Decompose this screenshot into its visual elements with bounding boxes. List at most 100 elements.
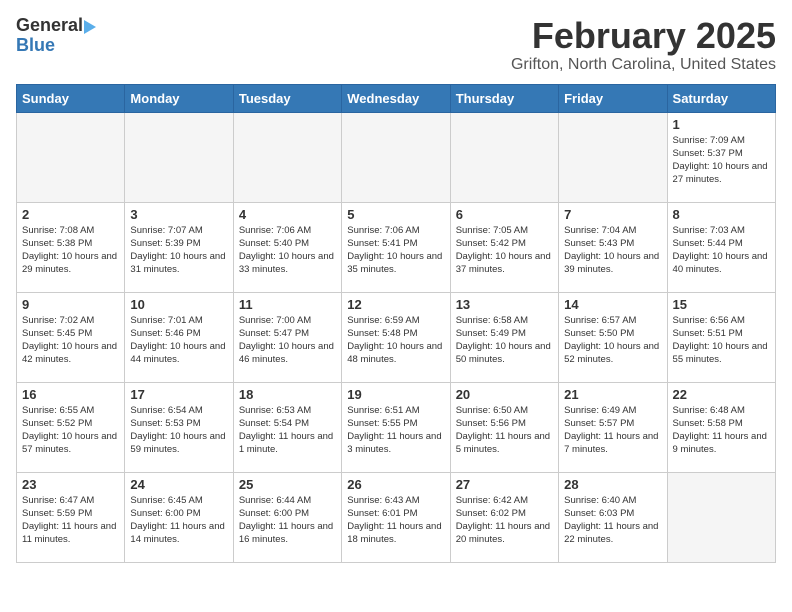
calendar-day-cell: 20 Sunrise: 6:50 AM Sunset: 5:56 PM Dayli… (450, 382, 558, 472)
day-info: Sunrise: 6:55 AM Sunset: 5:52 PM Dayligh… (22, 404, 119, 457)
day-number: 18 (239, 387, 336, 402)
calendar-day-cell: 22 Sunrise: 6:48 AM Sunset: 5:58 PM Dayli… (667, 382, 775, 472)
calendar-header-row: Sunday Monday Tuesday Wednesday Thursday… (17, 84, 776, 112)
day-number: 25 (239, 477, 336, 492)
calendar-day-cell (125, 112, 233, 202)
day-number: 5 (347, 207, 444, 222)
day-info: Sunrise: 7:02 AM Sunset: 5:45 PM Dayligh… (22, 314, 119, 367)
day-info: Sunrise: 6:53 AM Sunset: 5:54 PM Dayligh… (239, 404, 336, 457)
page-header: General Blue February 2025 Grifton, Nort… (16, 16, 776, 74)
logo-arrow-icon (84, 20, 96, 34)
calendar-day-cell: 4 Sunrise: 7:06 AM Sunset: 5:40 PM Daylig… (233, 202, 341, 292)
day-info: Sunrise: 6:42 AM Sunset: 6:02 PM Dayligh… (456, 494, 553, 547)
day-info: Sunrise: 6:56 AM Sunset: 5:51 PM Dayligh… (673, 314, 770, 367)
calendar-day-cell: 12Sunrise: 6:59 AM Sunset: 5:48 PM Dayli… (342, 292, 450, 382)
col-sunday: Sunday (17, 84, 125, 112)
day-number: 3 (130, 207, 227, 222)
day-info: Sunrise: 7:06 AM Sunset: 5:41 PM Dayligh… (347, 224, 444, 277)
day-info: Sunrise: 6:44 AM Sunset: 6:00 PM Dayligh… (239, 494, 336, 547)
calendar-day-cell: 27 Sunrise: 6:42 AM Sunset: 6:02 PM Dayli… (450, 472, 558, 562)
day-number: 20 (456, 387, 553, 402)
calendar-day-cell: 1Sunrise: 7:09 AM Sunset: 5:37 PM Daylig… (667, 112, 775, 202)
day-number: 10 (130, 297, 227, 312)
calendar-day-cell: 11 Sunrise: 7:00 AM Sunset: 5:47 PM Dayli… (233, 292, 341, 382)
day-number: 21 (564, 387, 661, 402)
logo-general-text: General (16, 15, 83, 35)
day-number: 22 (673, 387, 770, 402)
day-info: Sunrise: 7:05 AM Sunset: 5:42 PM Dayligh… (456, 224, 553, 277)
calendar-day-cell: 24Sunrise: 6:45 AM Sunset: 6:00 PM Dayli… (125, 472, 233, 562)
calendar-week-row: 1Sunrise: 7:09 AM Sunset: 5:37 PM Daylig… (17, 112, 776, 202)
calendar-day-cell: 7 Sunrise: 7:04 AM Sunset: 5:43 PM Daylig… (559, 202, 667, 292)
calendar-week-row: 23Sunrise: 6:47 AM Sunset: 5:59 PM Dayli… (17, 472, 776, 562)
day-number: 27 (456, 477, 553, 492)
day-number: 7 (564, 207, 661, 222)
calendar-day-cell (559, 112, 667, 202)
day-info: Sunrise: 7:04 AM Sunset: 5:43 PM Dayligh… (564, 224, 661, 277)
day-number: 19 (347, 387, 444, 402)
day-number: 16 (22, 387, 119, 402)
calendar-day-cell: 5 Sunrise: 7:06 AM Sunset: 5:41 PM Daylig… (342, 202, 450, 292)
day-info: Sunrise: 6:58 AM Sunset: 5:49 PM Dayligh… (456, 314, 553, 367)
calendar-day-cell: 10 Sunrise: 7:01 AM Sunset: 5:46 PM Dayli… (125, 292, 233, 382)
calendar-day-cell: 23Sunrise: 6:47 AM Sunset: 5:59 PM Dayli… (17, 472, 125, 562)
calendar-day-cell (450, 112, 558, 202)
calendar-day-cell: 13 Sunrise: 6:58 AM Sunset: 5:49 PM Dayli… (450, 292, 558, 382)
day-number: 4 (239, 207, 336, 222)
page-subtitle: Grifton, North Carolina, United States (511, 56, 776, 74)
calendar-day-cell: 6 Sunrise: 7:05 AM Sunset: 5:42 PM Daylig… (450, 202, 558, 292)
day-info: Sunrise: 7:08 AM Sunset: 5:38 PM Dayligh… (22, 224, 119, 277)
page-title: February 2025 (511, 16, 776, 56)
calendar-day-cell: 3 Sunrise: 7:07 AM Sunset: 5:39 PM Daylig… (125, 202, 233, 292)
calendar-week-row: 16 Sunrise: 6:55 AM Sunset: 5:52 PM Dayli… (17, 382, 776, 472)
col-saturday: Saturday (667, 84, 775, 112)
calendar-day-cell (342, 112, 450, 202)
logo-blue-text: Blue (16, 35, 55, 55)
day-number: 26 (347, 477, 444, 492)
calendar-day-cell: 16 Sunrise: 6:55 AM Sunset: 5:52 PM Dayli… (17, 382, 125, 472)
calendar-day-cell: 17 Sunrise: 6:54 AM Sunset: 5:53 PM Dayli… (125, 382, 233, 472)
col-friday: Friday (559, 84, 667, 112)
day-number: 14 (564, 297, 661, 312)
calendar-day-cell: 2 Sunrise: 7:08 AM Sunset: 5:38 PM Daylig… (17, 202, 125, 292)
day-number: 9 (22, 297, 119, 312)
col-tuesday: Tuesday (233, 84, 341, 112)
day-number: 2 (22, 207, 119, 222)
calendar-table: Sunday Monday Tuesday Wednesday Thursday… (16, 84, 776, 563)
day-number: 8 (673, 207, 770, 222)
calendar-day-cell: 14 Sunrise: 6:57 AM Sunset: 5:50 PM Dayli… (559, 292, 667, 382)
title-block: February 2025 Grifton, North Carolina, U… (511, 16, 776, 74)
day-number: 1 (673, 117, 770, 132)
day-info: Sunrise: 6:49 AM Sunset: 5:57 PM Dayligh… (564, 404, 661, 457)
calendar-day-cell: 21 Sunrise: 6:49 AM Sunset: 5:57 PM Dayli… (559, 382, 667, 472)
day-info: Sunrise: 7:00 AM Sunset: 5:47 PM Dayligh… (239, 314, 336, 367)
calendar-day-cell: 15 Sunrise: 6:56 AM Sunset: 5:51 PM Dayli… (667, 292, 775, 382)
day-number: 13 (456, 297, 553, 312)
day-info: Sunrise: 7:03 AM Sunset: 5:44 PM Dayligh… (673, 224, 770, 277)
day-info: Sunrise: 7:07 AM Sunset: 5:39 PM Dayligh… (130, 224, 227, 277)
day-info: Sunrise: 7:06 AM Sunset: 5:40 PM Dayligh… (239, 224, 336, 277)
day-info: Sunrise: 6:45 AM Sunset: 6:00 PM Dayligh… (130, 494, 227, 547)
day-info: Sunrise: 6:48 AM Sunset: 5:58 PM Dayligh… (673, 404, 770, 457)
col-monday: Monday (125, 84, 233, 112)
day-info: Sunrise: 6:57 AM Sunset: 5:50 PM Dayligh… (564, 314, 661, 367)
day-number: 11 (239, 297, 336, 312)
day-info: Sunrise: 6:50 AM Sunset: 5:56 PM Dayligh… (456, 404, 553, 457)
day-number: 15 (673, 297, 770, 312)
calendar-day-cell: 26 Sunrise: 6:43 AM Sunset: 6:01 PM Dayli… (342, 472, 450, 562)
calendar-day-cell: 8 Sunrise: 7:03 AM Sunset: 5:44 PM Daylig… (667, 202, 775, 292)
calendar-week-row: 9 Sunrise: 7:02 AM Sunset: 5:45 PM Daylig… (17, 292, 776, 382)
logo: General Blue (16, 16, 96, 56)
day-info: Sunrise: 6:43 AM Sunset: 6:01 PM Dayligh… (347, 494, 444, 547)
day-info: Sunrise: 6:54 AM Sunset: 5:53 PM Dayligh… (130, 404, 227, 457)
calendar-day-cell (17, 112, 125, 202)
calendar-day-cell (667, 472, 775, 562)
calendar-day-cell: 25 Sunrise: 6:44 AM Sunset: 6:00 PM Dayli… (233, 472, 341, 562)
day-number: 17 (130, 387, 227, 402)
day-number: 23 (22, 477, 119, 492)
day-info: Sunrise: 6:59 AM Sunset: 5:48 PM Dayligh… (347, 314, 444, 367)
day-number: 6 (456, 207, 553, 222)
day-info: Sunrise: 7:01 AM Sunset: 5:46 PM Dayligh… (130, 314, 227, 367)
col-wednesday: Wednesday (342, 84, 450, 112)
day-info: Sunrise: 6:40 AM Sunset: 6:03 PM Dayligh… (564, 494, 661, 547)
